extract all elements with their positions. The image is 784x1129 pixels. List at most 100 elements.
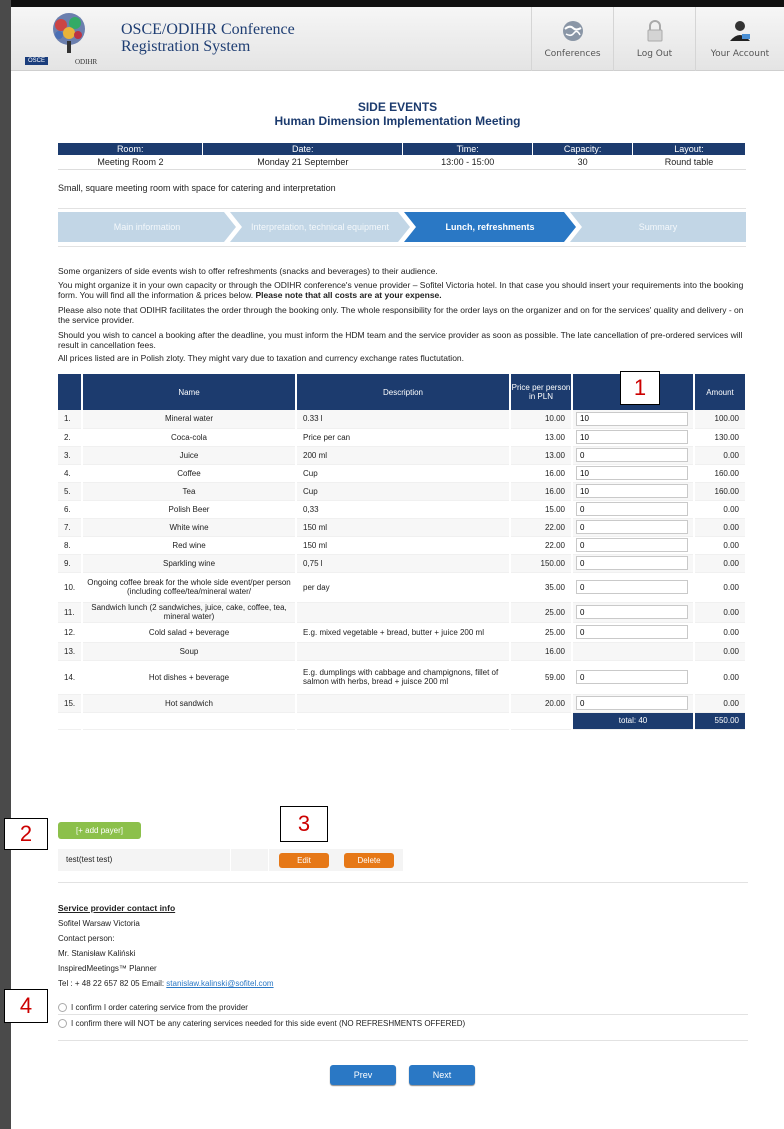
item-name: Juice xyxy=(82,446,297,465)
item-price: 13.00 xyxy=(510,428,573,447)
quantity-input[interactable] xyxy=(576,430,688,444)
refreshments-table: Name Description Price per person in PLN… xyxy=(58,374,747,730)
confirm-order-radio[interactable] xyxy=(58,1003,67,1012)
item-number: 15. xyxy=(58,694,83,713)
item-name: White wine xyxy=(82,518,297,537)
quantity-input[interactable] xyxy=(576,625,688,639)
item-quantity-cell xyxy=(572,536,695,555)
room-description: Small, square meeting room with space fo… xyxy=(58,183,336,193)
total-quantity: total: 40 xyxy=(572,712,695,730)
quantity-input[interactable] xyxy=(576,466,688,480)
delete-payer-button[interactable]: Delete xyxy=(344,853,394,868)
item-amount: 0.00 xyxy=(694,602,747,623)
nav-conferences[interactable]: Conferences xyxy=(531,7,613,71)
item-quantity-cell xyxy=(572,428,695,447)
table-row: 6.Polish Beer0,3315.00 0.00 xyxy=(58,500,747,519)
service-provider-contact-role: InspiredMeetings™ Planner xyxy=(58,964,157,973)
item-amount: 0.00 xyxy=(694,622,747,643)
step-main-information-label: Main information xyxy=(113,222,181,232)
item-number: 12. xyxy=(58,622,83,643)
quantity-input[interactable] xyxy=(576,556,688,570)
item-description: 0,33 xyxy=(296,500,511,519)
item-quantity-cell xyxy=(572,602,695,623)
col-header-price: Price per person in PLN xyxy=(510,374,573,410)
osce-wordmark: OSCE xyxy=(25,57,49,65)
confirm-order-label: I confirm I order catering service from … xyxy=(71,1003,248,1012)
intro-paragraph-4: Should you wish to cancel a booking afte… xyxy=(58,330,743,350)
section-divider xyxy=(58,882,748,883)
info-date: Monday 21 September xyxy=(202,155,403,170)
quantity-input[interactable] xyxy=(576,502,688,516)
col-header-description: Description xyxy=(296,374,511,410)
service-provider-hotel: Sofitel Warsaw Victoria xyxy=(58,919,140,928)
confirm-no-catering-radio[interactable] xyxy=(58,1019,67,1028)
step-summary-label: Summary xyxy=(638,222,678,232)
intro-paragraph-5: All prices listed are in Polish zloty. T… xyxy=(58,353,465,363)
quantity-input[interactable] xyxy=(576,448,688,462)
step-interpretation-label: Interpretation, technical equipment xyxy=(250,222,390,232)
item-number: 3. xyxy=(58,446,83,465)
intro-paragraph-1: Some organizers of side events wish to o… xyxy=(58,266,438,276)
intro-paragraph-3: Please also note that ODIHR facilitates … xyxy=(58,305,744,325)
item-price: 35.00 xyxy=(510,572,573,603)
item-description: 0.33 l xyxy=(296,410,511,429)
quantity-input[interactable] xyxy=(576,605,688,619)
item-description: E.g. dumplings with cabbage and champign… xyxy=(296,660,511,695)
item-quantity-cell xyxy=(572,482,695,501)
info-header-capacity: Capacity: xyxy=(532,143,634,155)
nav-logout[interactable]: Log Out xyxy=(613,7,695,71)
prev-button[interactable]: Prev xyxy=(330,1065,396,1085)
nav-account[interactable]: Your Account xyxy=(695,7,784,71)
item-amount: 130.00 xyxy=(694,428,747,447)
steps-top-divider xyxy=(58,208,746,209)
item-amount: 0.00 xyxy=(694,500,747,519)
info-header-date: Date: xyxy=(202,143,404,155)
table-row: 13. Soup 16.00 0.00 xyxy=(58,642,747,661)
osce-logo: OSCE ODIHR xyxy=(25,11,121,67)
item-number: 11. xyxy=(58,602,83,623)
item-quantity-cell xyxy=(572,500,695,519)
step-summary[interactable]: Summary xyxy=(570,212,746,242)
edit-payer-button[interactable]: Edit xyxy=(279,853,329,868)
service-provider-email-link[interactable]: stanislaw.kalinski@sofitel.com xyxy=(166,979,273,988)
step-main-information[interactable]: Main information xyxy=(58,212,236,242)
page-subtitle: Human Dimension Implementation Meeting xyxy=(274,114,521,128)
item-name: Sandwich lunch (2 sandwiches, juice, cak… xyxy=(82,602,297,623)
table-row: 2.Coca-colaPrice per can13.00 130.00 xyxy=(58,428,747,447)
item-number: 8. xyxy=(58,536,83,555)
nav-account-label: Your Account xyxy=(710,49,770,59)
total-amount: 550.00 xyxy=(694,712,747,730)
next-button[interactable]: Next xyxy=(409,1065,475,1085)
confirm-order-option[interactable]: I confirm I order catering service from … xyxy=(58,1003,248,1012)
quantity-input[interactable] xyxy=(576,520,688,534)
confirm-no-catering-option[interactable]: I confirm there will NOT be any catering… xyxy=(58,1019,465,1028)
room-info-table: Room: Date: Time: Capacity: Layout: Meet… xyxy=(58,143,746,170)
item-name: Tea xyxy=(82,482,297,501)
table-row: 4.CoffeeCup16.00 160.00 xyxy=(58,464,747,483)
item-description: 150 ml xyxy=(296,536,511,555)
total-row-spacer xyxy=(58,712,83,730)
callout-2: 2 xyxy=(4,818,48,850)
step-interpretation[interactable]: Interpretation, technical equipment xyxy=(230,212,410,242)
quantity-input[interactable] xyxy=(576,696,688,710)
quantity-input[interactable] xyxy=(576,670,688,684)
quantity-input[interactable] xyxy=(576,580,688,594)
item-name: Red wine xyxy=(82,536,297,555)
item-name: Polish Beer xyxy=(82,500,297,519)
payer-row-divider xyxy=(230,849,231,871)
add-payer-button[interactable]: [+ add payer] xyxy=(58,822,141,839)
quantity-input[interactable] xyxy=(576,484,688,498)
quantity-input[interactable] xyxy=(576,411,688,426)
steps-bottom-divider xyxy=(58,246,746,247)
item-quantity-cell xyxy=(572,410,695,429)
item-amount: 0.00 xyxy=(694,446,747,465)
quantity-input[interactable] xyxy=(576,538,688,552)
item-amount: 160.00 xyxy=(694,482,747,501)
app-title: OSCE/ODIHR Conference Registration Syste… xyxy=(121,21,295,55)
item-price: 22.00 xyxy=(510,536,573,555)
item-description: 0,75 l xyxy=(296,554,511,573)
step-lunch-refreshments[interactable]: Lunch, refreshments xyxy=(404,212,576,242)
item-quantity-cell xyxy=(572,622,695,643)
item-amount: 100.00 xyxy=(694,410,747,429)
table-row: 9.Sparkling wine0,75 l150.00 0.00 xyxy=(58,554,747,573)
